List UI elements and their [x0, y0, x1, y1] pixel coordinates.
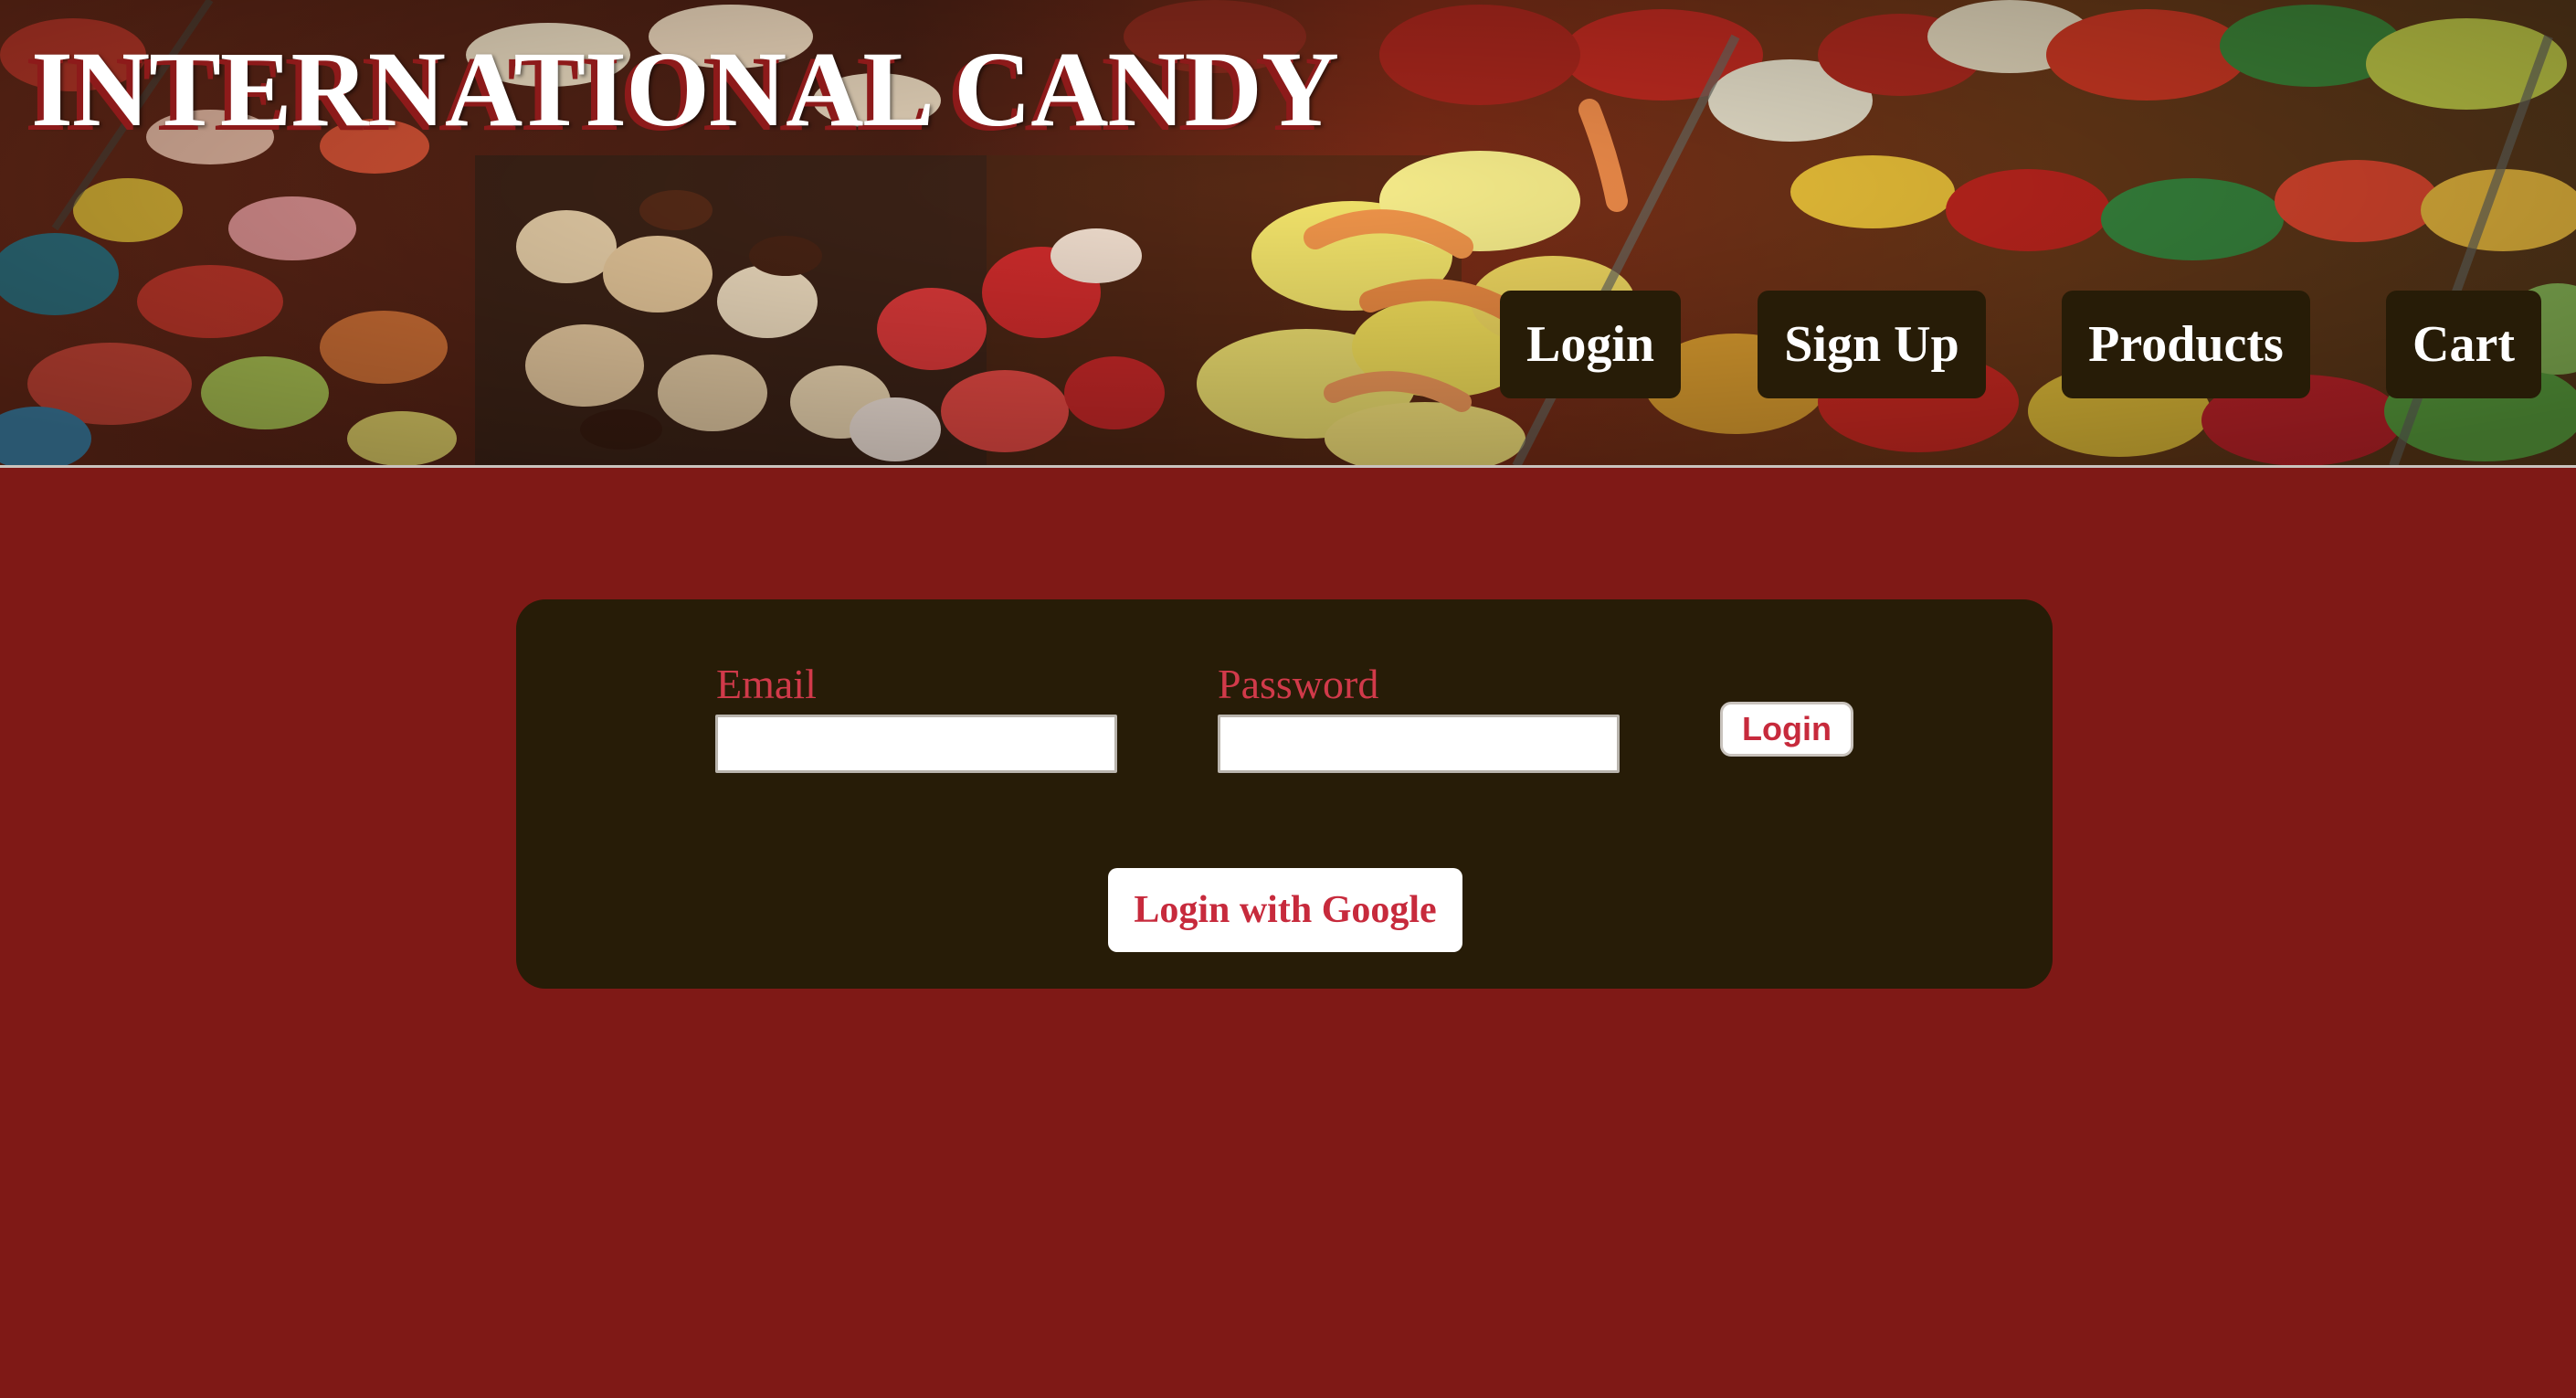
main-nav: Login Sign Up Products Cart	[0, 291, 2576, 398]
nav-signup-button[interactable]: Sign Up	[1758, 291, 1986, 398]
email-label: Email	[716, 661, 817, 707]
site-header: INTERNATIONAL CANDY Login Sign Up Produc…	[0, 0, 2576, 468]
nav-login-button[interactable]: Login	[1500, 291, 1681, 398]
nav-products-button[interactable]: Products	[2062, 291, 2310, 398]
google-login-button[interactable]: Login with Google	[1108, 868, 1462, 952]
password-label: Password	[1218, 661, 1379, 707]
password-field[interactable]	[1218, 715, 1620, 773]
login-panel: Email Password Login Login with Google	[516, 599, 2053, 989]
email-field[interactable]	[715, 715, 1117, 773]
nav-cart-button[interactable]: Cart	[2386, 291, 2541, 398]
login-submit-button[interactable]: Login	[1720, 702, 1853, 757]
site-title: INTERNATIONAL CANDY	[31, 29, 1339, 149]
